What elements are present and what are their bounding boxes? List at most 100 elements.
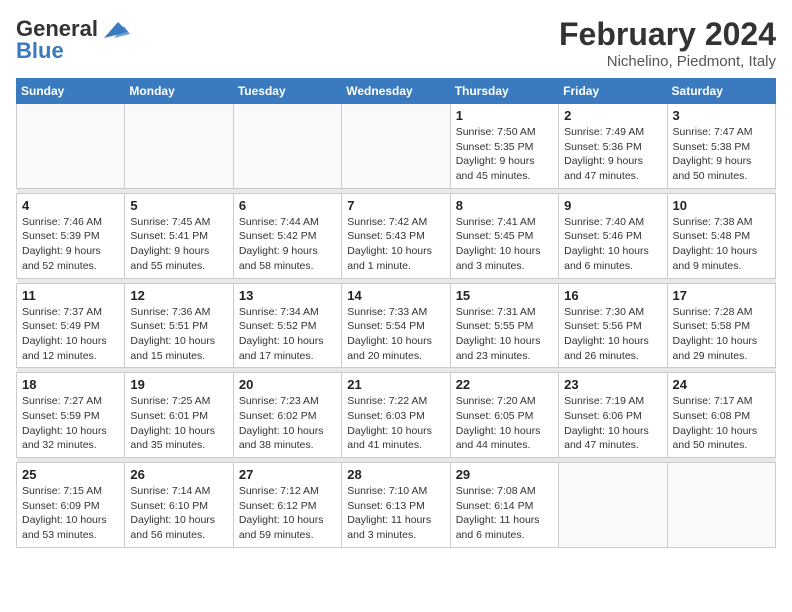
- day-info: Sunrise: 7:50 AMSunset: 5:35 PMDaylight:…: [456, 125, 553, 184]
- day-info: Sunrise: 7:17 AMSunset: 6:08 PMDaylight:…: [673, 394, 770, 453]
- day-number: 5: [130, 198, 227, 213]
- day-number: 9: [564, 198, 661, 213]
- day-info: Sunrise: 7:25 AMSunset: 6:01 PMDaylight:…: [130, 394, 227, 453]
- day-info: Sunrise: 7:22 AMSunset: 6:03 PMDaylight:…: [347, 394, 444, 453]
- col-header-sunday: Sunday: [17, 79, 125, 104]
- day-number: 1: [456, 108, 553, 123]
- calendar-cell: 11 Sunrise: 7:37 AMSunset: 5:49 PMDayligh…: [17, 283, 125, 368]
- calendar-cell: [559, 463, 667, 548]
- day-info: Sunrise: 7:47 AMSunset: 5:38 PMDaylight:…: [673, 125, 770, 184]
- day-number: 15: [456, 288, 553, 303]
- day-info: Sunrise: 7:33 AMSunset: 5:54 PMDaylight:…: [347, 305, 444, 364]
- day-number: 27: [239, 467, 336, 482]
- logo-blue: Blue: [16, 38, 64, 64]
- day-info: Sunrise: 7:38 AMSunset: 5:48 PMDaylight:…: [673, 215, 770, 274]
- calendar-table: SundayMondayTuesdayWednesdayThursdayFrid…: [16, 78, 776, 548]
- calendar-cell: 9 Sunrise: 7:40 AMSunset: 5:46 PMDaylight…: [559, 193, 667, 278]
- day-number: 10: [673, 198, 770, 213]
- calendar-cell: [17, 104, 125, 189]
- day-info: Sunrise: 7:34 AMSunset: 5:52 PMDaylight:…: [239, 305, 336, 364]
- calendar-cell: 21 Sunrise: 7:22 AMSunset: 6:03 PMDayligh…: [342, 373, 450, 458]
- calendar-cell: [233, 104, 341, 189]
- calendar-header-row: SundayMondayTuesdayWednesdayThursdayFrid…: [17, 79, 776, 104]
- calendar-cell: 20 Sunrise: 7:23 AMSunset: 6:02 PMDayligh…: [233, 373, 341, 458]
- week-row-4: 18 Sunrise: 7:27 AMSunset: 5:59 PMDayligh…: [17, 373, 776, 458]
- logo: General Blue: [16, 16, 130, 64]
- calendar-cell: 17 Sunrise: 7:28 AMSunset: 5:58 PMDayligh…: [667, 283, 775, 368]
- calendar-cell: 7Sunrise: 7:42 AMSunset: 5:43 PMDaylight…: [342, 193, 450, 278]
- month-title: February 2024: [559, 16, 776, 53]
- day-info: Sunrise: 7:19 AMSunset: 6:06 PMDaylight:…: [564, 394, 661, 453]
- day-number: 16: [564, 288, 661, 303]
- day-info: Sunrise: 7:12 AMSunset: 6:12 PMDaylight:…: [239, 484, 336, 543]
- day-number: 6: [239, 198, 336, 213]
- location: Nichelino, Piedmont, Italy: [559, 53, 776, 70]
- day-number: 4: [22, 198, 119, 213]
- day-number: 13: [239, 288, 336, 303]
- calendar-cell: 29 Sunrise: 7:08 AMSunset: 6:14 PMDayligh…: [450, 463, 558, 548]
- day-info: Sunrise: 7:08 AMSunset: 6:14 PMDaylight:…: [456, 484, 553, 543]
- col-header-tuesday: Tuesday: [233, 79, 341, 104]
- week-row-2: 4 Sunrise: 7:46 AMSunset: 5:39 PMDaylight…: [17, 193, 776, 278]
- day-info: Sunrise: 7:27 AMSunset: 5:59 PMDaylight:…: [22, 394, 119, 453]
- day-number: 28: [347, 467, 444, 482]
- calendar-cell: [667, 463, 775, 548]
- day-number: 23: [564, 377, 661, 392]
- calendar-cell: 2Sunrise: 7:49 AMSunset: 5:36 PMDaylight…: [559, 104, 667, 189]
- calendar-cell: [125, 104, 233, 189]
- day-info: Sunrise: 7:15 AMSunset: 6:09 PMDaylight:…: [22, 484, 119, 543]
- day-info: Sunrise: 7:31 AMSunset: 5:55 PMDaylight:…: [456, 305, 553, 364]
- day-info: Sunrise: 7:45 AMSunset: 5:41 PMDaylight:…: [130, 215, 227, 274]
- day-number: 25: [22, 467, 119, 482]
- calendar-cell: 8Sunrise: 7:41 AMSunset: 5:45 PMDaylight…: [450, 193, 558, 278]
- calendar-cell: 5 Sunrise: 7:45 AMSunset: 5:41 PMDaylight…: [125, 193, 233, 278]
- day-number: 7: [347, 198, 444, 213]
- day-info: Sunrise: 7:30 AMSunset: 5:56 PMDaylight:…: [564, 305, 661, 364]
- day-number: 24: [673, 377, 770, 392]
- week-row-5: 25 Sunrise: 7:15 AMSunset: 6:09 PMDayligh…: [17, 463, 776, 548]
- calendar-cell: 15 Sunrise: 7:31 AMSunset: 5:55 PMDayligh…: [450, 283, 558, 368]
- logo-icon: [100, 18, 130, 40]
- day-info: Sunrise: 7:46 AMSunset: 5:39 PMDaylight:…: [22, 215, 119, 274]
- day-info: Sunrise: 7:37 AMSunset: 5:49 PMDaylight:…: [22, 305, 119, 364]
- day-info: Sunrise: 7:23 AMSunset: 6:02 PMDaylight:…: [239, 394, 336, 453]
- day-number: 14: [347, 288, 444, 303]
- day-info: Sunrise: 7:14 AMSunset: 6:10 PMDaylight:…: [130, 484, 227, 543]
- title-area: February 2024 Nichelino, Piedmont, Italy: [559, 16, 776, 70]
- calendar-cell: 24 Sunrise: 7:17 AMSunset: 6:08 PMDayligh…: [667, 373, 775, 458]
- calendar-cell: 12Sunrise: 7:36 AMSunset: 5:51 PMDayligh…: [125, 283, 233, 368]
- day-number: 8: [456, 198, 553, 213]
- day-info: Sunrise: 7:44 AMSunset: 5:42 PMDaylight:…: [239, 215, 336, 274]
- day-number: 3: [673, 108, 770, 123]
- calendar-cell: 22Sunrise: 7:20 AMSunset: 6:05 PMDayligh…: [450, 373, 558, 458]
- col-header-wednesday: Wednesday: [342, 79, 450, 104]
- col-header-friday: Friday: [559, 79, 667, 104]
- calendar-cell: 14 Sunrise: 7:33 AMSunset: 5:54 PMDayligh…: [342, 283, 450, 368]
- calendar-cell: 6 Sunrise: 7:44 AMSunset: 5:42 PMDaylight…: [233, 193, 341, 278]
- day-number: 22: [456, 377, 553, 392]
- day-info: Sunrise: 7:36 AMSunset: 5:51 PMDaylight:…: [130, 305, 227, 364]
- calendar-cell: 28Sunrise: 7:10 AMSunset: 6:13 PMDayligh…: [342, 463, 450, 548]
- day-number: 21: [347, 377, 444, 392]
- col-header-saturday: Saturday: [667, 79, 775, 104]
- day-number: 18: [22, 377, 119, 392]
- calendar-cell: 1 Sunrise: 7:50 AMSunset: 5:35 PMDaylight…: [450, 104, 558, 189]
- calendar-cell: [342, 104, 450, 189]
- calendar-cell: 3 Sunrise: 7:47 AMSunset: 5:38 PMDaylight…: [667, 104, 775, 189]
- day-number: 11: [22, 288, 119, 303]
- day-number: 2: [564, 108, 661, 123]
- day-info: Sunrise: 7:28 AMSunset: 5:58 PMDaylight:…: [673, 305, 770, 364]
- day-info: Sunrise: 7:40 AMSunset: 5:46 PMDaylight:…: [564, 215, 661, 274]
- page-header: General Blue February 2024 Nichelino, Pi…: [16, 16, 776, 70]
- calendar-cell: 19 Sunrise: 7:25 AMSunset: 6:01 PMDayligh…: [125, 373, 233, 458]
- day-number: 20: [239, 377, 336, 392]
- day-number: 17: [673, 288, 770, 303]
- day-number: 19: [130, 377, 227, 392]
- week-row-3: 11 Sunrise: 7:37 AMSunset: 5:49 PMDayligh…: [17, 283, 776, 368]
- calendar-cell: 13 Sunrise: 7:34 AMSunset: 5:52 PMDayligh…: [233, 283, 341, 368]
- calendar-cell: 23 Sunrise: 7:19 AMSunset: 6:06 PMDayligh…: [559, 373, 667, 458]
- calendar-cell: 18 Sunrise: 7:27 AMSunset: 5:59 PMDayligh…: [17, 373, 125, 458]
- calendar-cell: 25 Sunrise: 7:15 AMSunset: 6:09 PMDayligh…: [17, 463, 125, 548]
- day-number: 29: [456, 467, 553, 482]
- col-header-monday: Monday: [125, 79, 233, 104]
